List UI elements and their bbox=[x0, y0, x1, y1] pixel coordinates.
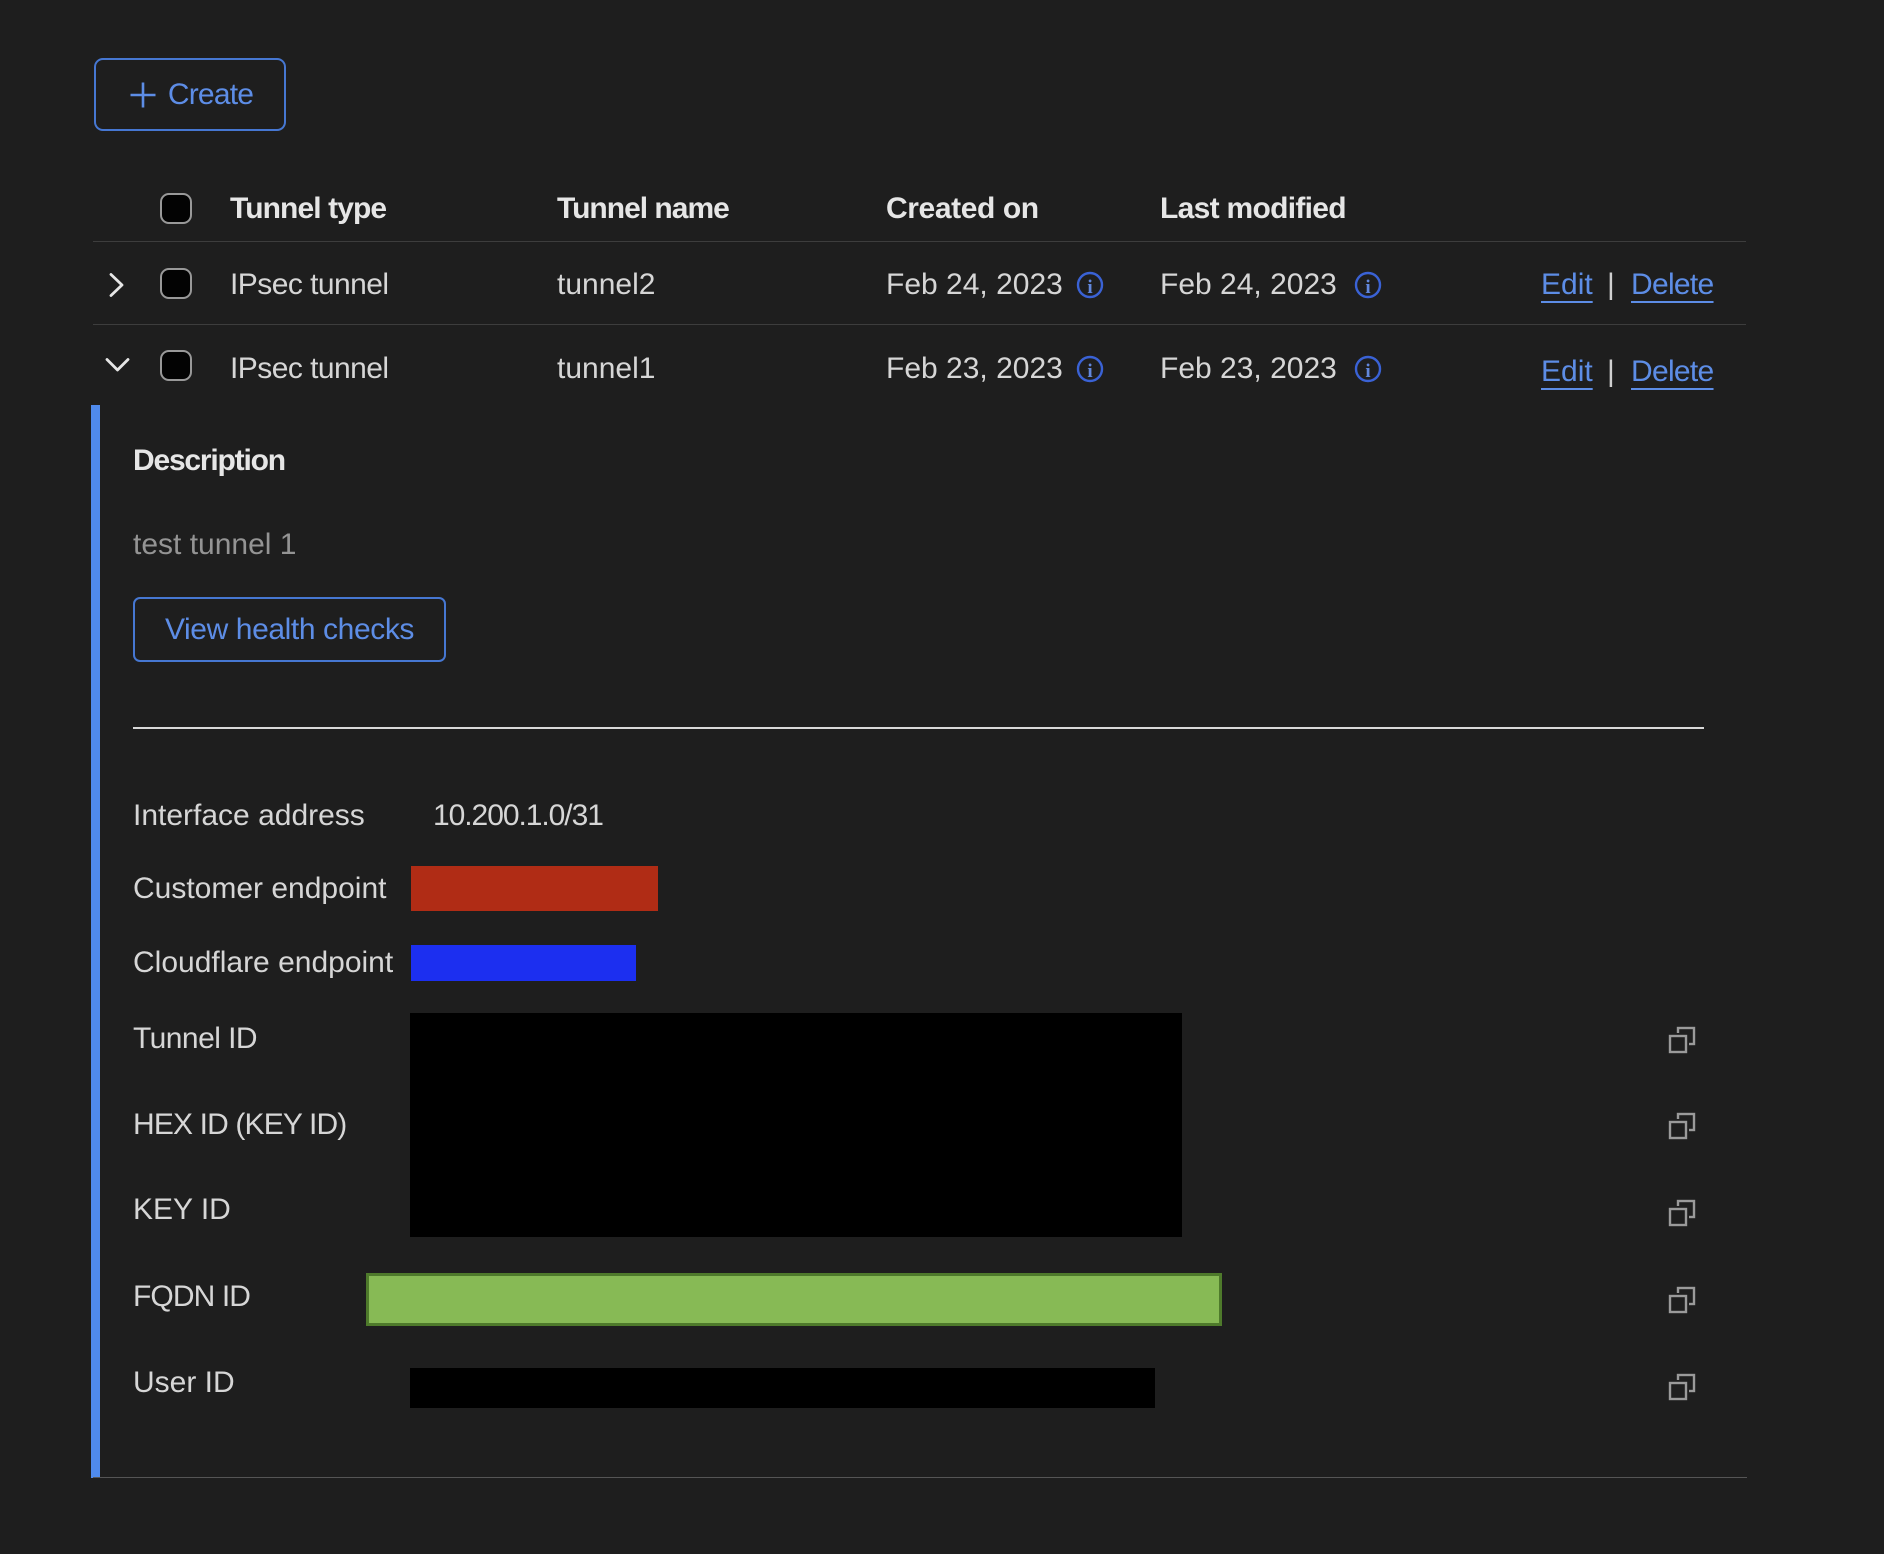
svg-text:i: i bbox=[1087, 277, 1092, 298]
svg-text:i: i bbox=[1365, 361, 1370, 382]
svg-text:i: i bbox=[1365, 277, 1370, 298]
svg-text:i: i bbox=[1087, 361, 1092, 382]
